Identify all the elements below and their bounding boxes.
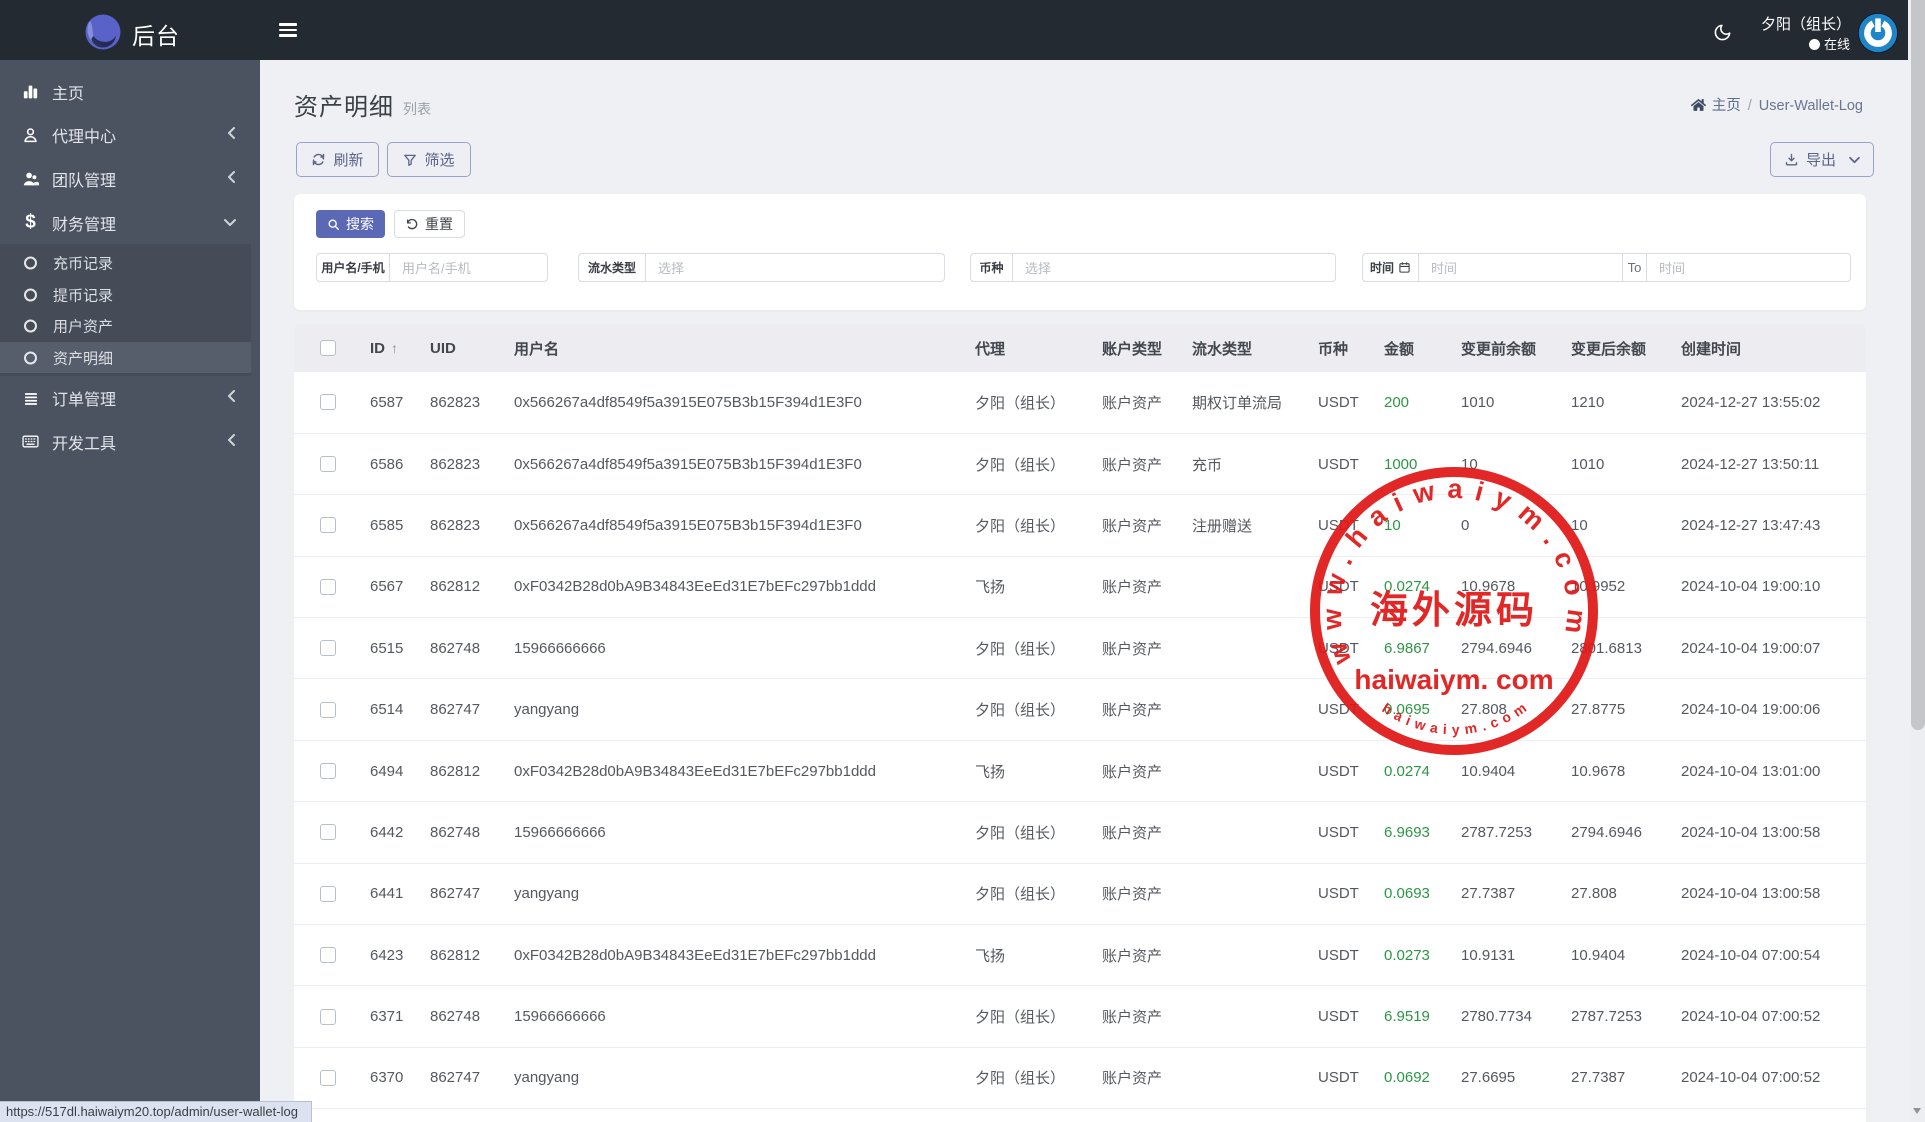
svg-text:haiwaiym.com: haiwaiym.com xyxy=(1379,696,1533,737)
svg-text:haiwaiym. com: haiwaiym. com xyxy=(1354,664,1553,695)
svg-text:www.haiwaiym.com: www.haiwaiym.com xyxy=(1317,474,1592,670)
svg-text:海外源码: 海外源码 xyxy=(1370,590,1538,632)
